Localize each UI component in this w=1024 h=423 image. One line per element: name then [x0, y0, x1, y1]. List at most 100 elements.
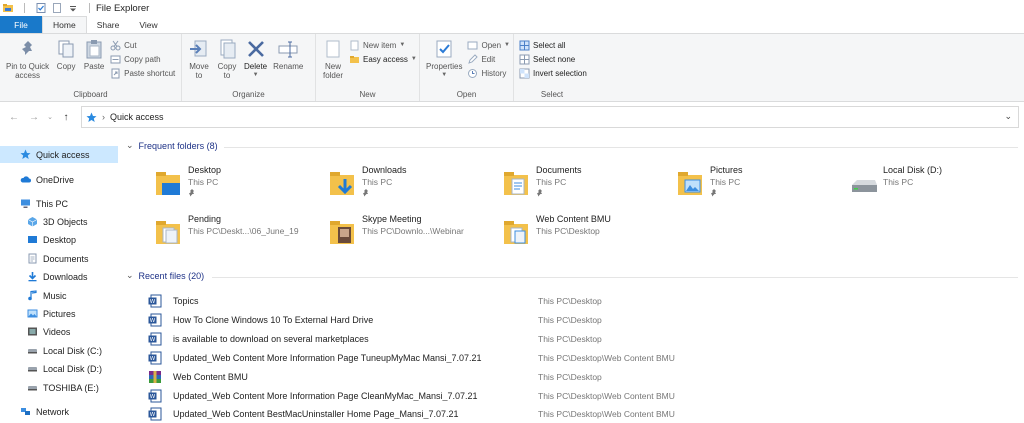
- recent-locations-chevron-icon[interactable]: ⌄: [42, 113, 58, 121]
- select-all-icon: [519, 40, 530, 50]
- recent-file-row[interactable]: W How To Clone Windows 10 To External Ha…: [148, 311, 1018, 329]
- breadcrumb-chevron-icon[interactable]: ›: [102, 112, 105, 122]
- collapse-chevron-icon[interactable]: ⌄: [126, 140, 134, 151]
- recent-file-name: Updated_Web Content More Information Pag…: [173, 353, 482, 363]
- recent-file-name: How To Clone Windows 10 To External Hard…: [173, 315, 374, 325]
- nav-item-videos[interactable]: Videos: [0, 323, 118, 340]
- nav-item-this-pc[interactable]: This PC: [0, 195, 118, 212]
- frequent-folders-header[interactable]: ⌄ Frequent folders (8): [126, 140, 218, 151]
- delete-label: Delete: [244, 62, 268, 71]
- new-item-button[interactable]: New item ▼: [349, 39, 417, 51]
- nav-label: Network: [36, 406, 70, 417]
- quick-access-star-icon: [86, 112, 97, 122]
- pin-icon: [537, 189, 542, 197]
- collapse-chevron-icon[interactable]: ⌄: [126, 270, 134, 281]
- folder-tile-local-disk-d[interactable]: Local Disk (D:) This PC: [849, 165, 1019, 205]
- tab-view[interactable]: View: [129, 16, 167, 33]
- new-item-icon: [350, 40, 359, 50]
- history-icon: [468, 68, 478, 78]
- nav-item-3d-objects[interactable]: 3D Objects: [0, 213, 118, 230]
- properties-caret-icon[interactable]: ▼: [441, 71, 447, 80]
- recent-file-row[interactable]: W Updated_Web Content More Information P…: [148, 349, 1018, 367]
- folder-tile-pending[interactable]: Pending This PC\Deskt...\06_June_19: [154, 214, 324, 254]
- nav-item-documents[interactable]: Documents: [0, 250, 118, 267]
- open-group-label: Open: [456, 90, 477, 99]
- folder-name: Pending: [188, 214, 222, 224]
- recent-file-location: This PC\Desktop\Web Content BMU: [538, 391, 675, 401]
- title-bar: File Explorer: [0, 0, 1024, 16]
- edit-button[interactable]: Edit: [467, 53, 510, 65]
- paste-shortcut-button[interactable]: Paste shortcut: [110, 67, 175, 79]
- nav-item-pictures[interactable]: Pictures: [0, 305, 118, 322]
- organize-group: Move to Copy to Delete ▼ Rename Organize: [182, 34, 316, 101]
- forward-arrow-icon[interactable]: →: [26, 112, 42, 123]
- recent-file-row[interactable]: W Updated_Web Content BestMacUninstaller…: [148, 405, 1018, 423]
- cut-button[interactable]: Cut: [110, 39, 175, 51]
- recent-file-row[interactable]: W Topics This PC\Desktop: [148, 292, 1018, 310]
- address-bar[interactable]: › Quick access ⌄: [81, 106, 1019, 128]
- nav-item-desktop[interactable]: Desktop: [0, 231, 118, 248]
- document-icon: [28, 253, 37, 264]
- open-button[interactable]: Open ▼: [467, 39, 510, 51]
- delete-caret-icon[interactable]: ▼: [253, 71, 259, 80]
- folder-tile-skype-meeting[interactable]: Skype Meeting This PC\Downlo...\Webinar: [328, 214, 498, 254]
- address-dropdown-icon[interactable]: ⌄: [1004, 111, 1012, 122]
- recent-file-row[interactable]: W is available to download on several ma…: [148, 330, 1018, 348]
- history-button[interactable]: History: [467, 67, 510, 79]
- ribbon: Pin to Quick access Copy Paste Cut Copy …: [0, 33, 1024, 102]
- breadcrumb-quick-access[interactable]: Quick access: [110, 112, 164, 122]
- recent-file-row[interactable]: Web Content BMU This PC\Desktop: [148, 368, 1018, 386]
- select-none-button[interactable]: Select none: [519, 53, 587, 65]
- clipboard-group-label: Clipboard: [73, 90, 108, 99]
- folder-tile-downloads[interactable]: Downloads This PC: [328, 165, 498, 205]
- web-content-folder-icon: [504, 221, 528, 244]
- recent-file-row[interactable]: W Updated_Web Content More Information P…: [148, 387, 1018, 405]
- nav-item-local-disk-c[interactable]: Local Disk (C:): [0, 342, 118, 359]
- up-arrow-icon[interactable]: ↑: [58, 112, 74, 123]
- back-arrow-icon[interactable]: ←: [6, 112, 22, 123]
- recent-file-name: Updated_Web Content More Information Pag…: [173, 391, 478, 401]
- easy-access-icon: [350, 55, 359, 63]
- copy-path-button[interactable]: Copy path: [110, 53, 175, 65]
- select-all-button[interactable]: Select all: [519, 39, 587, 51]
- nav-item-toshiba-e[interactable]: TOSHIBA (E:): [0, 379, 118, 396]
- folder-tile-web-content-bmu[interactable]: Web Content BMU This PC\Desktop: [502, 214, 672, 254]
- new-folder-qa-icon[interactable]: [51, 2, 63, 14]
- folder-path: This PC: [536, 177, 567, 187]
- nav-item-quick-access[interactable]: Quick access: [0, 146, 118, 163]
- word-doc-icon: W: [148, 407, 162, 421]
- open-group: Properties ▼ Open ▼ Edit History Open: [420, 34, 514, 101]
- quick-access-toolbar: [0, 2, 96, 14]
- folder-tile-pictures[interactable]: Pictures This PC: [676, 165, 846, 205]
- organize-group-label: Organize: [232, 90, 265, 99]
- recent-files-header[interactable]: ⌄ Recent files (20): [126, 270, 204, 281]
- folder-tile-desktop[interactable]: Desktop This PC: [154, 165, 324, 205]
- move-label-2: to: [195, 71, 203, 80]
- desktop-folder-icon: [156, 172, 180, 195]
- folder-tile-documents[interactable]: Documents This PC: [502, 165, 672, 205]
- tab-home[interactable]: Home: [42, 16, 87, 33]
- nav-label: Local Disk (C:): [43, 345, 103, 356]
- tab-file[interactable]: File: [0, 16, 42, 33]
- nav-item-network[interactable]: Network: [0, 403, 118, 420]
- tab-share[interactable]: Share: [87, 16, 130, 33]
- move-to-icon: [190, 40, 207, 57]
- folder-name: Web Content BMU: [536, 214, 611, 224]
- nav-item-local-disk-d[interactable]: Local Disk (D:): [0, 360, 118, 377]
- pin-label-1: Pin to Quick: [6, 62, 50, 71]
- easy-access-button[interactable]: Easy access ▼: [349, 53, 417, 65]
- nav-item-downloads[interactable]: Downloads: [0, 268, 118, 285]
- invert-selection-button[interactable]: Invert selection: [519, 67, 587, 79]
- copy-to-label-1: Copy: [217, 62, 237, 71]
- recent-file-location: This PC\Desktop\Web Content BMU: [538, 409, 675, 419]
- music-icon: [28, 290, 37, 301]
- properties-icon: [436, 40, 452, 58]
- properties-qa-icon[interactable]: [35, 2, 47, 14]
- nav-item-onedrive[interactable]: OneDrive: [0, 171, 118, 188]
- rename-icon: [278, 41, 298, 58]
- nav-item-music[interactable]: Music: [0, 287, 118, 304]
- recent-file-location: This PC\Desktop: [538, 372, 602, 382]
- paste-shortcut-label: Paste shortcut: [124, 68, 176, 78]
- folder-name: Skype Meeting: [362, 214, 422, 224]
- customize-qa-icon[interactable]: [67, 2, 79, 14]
